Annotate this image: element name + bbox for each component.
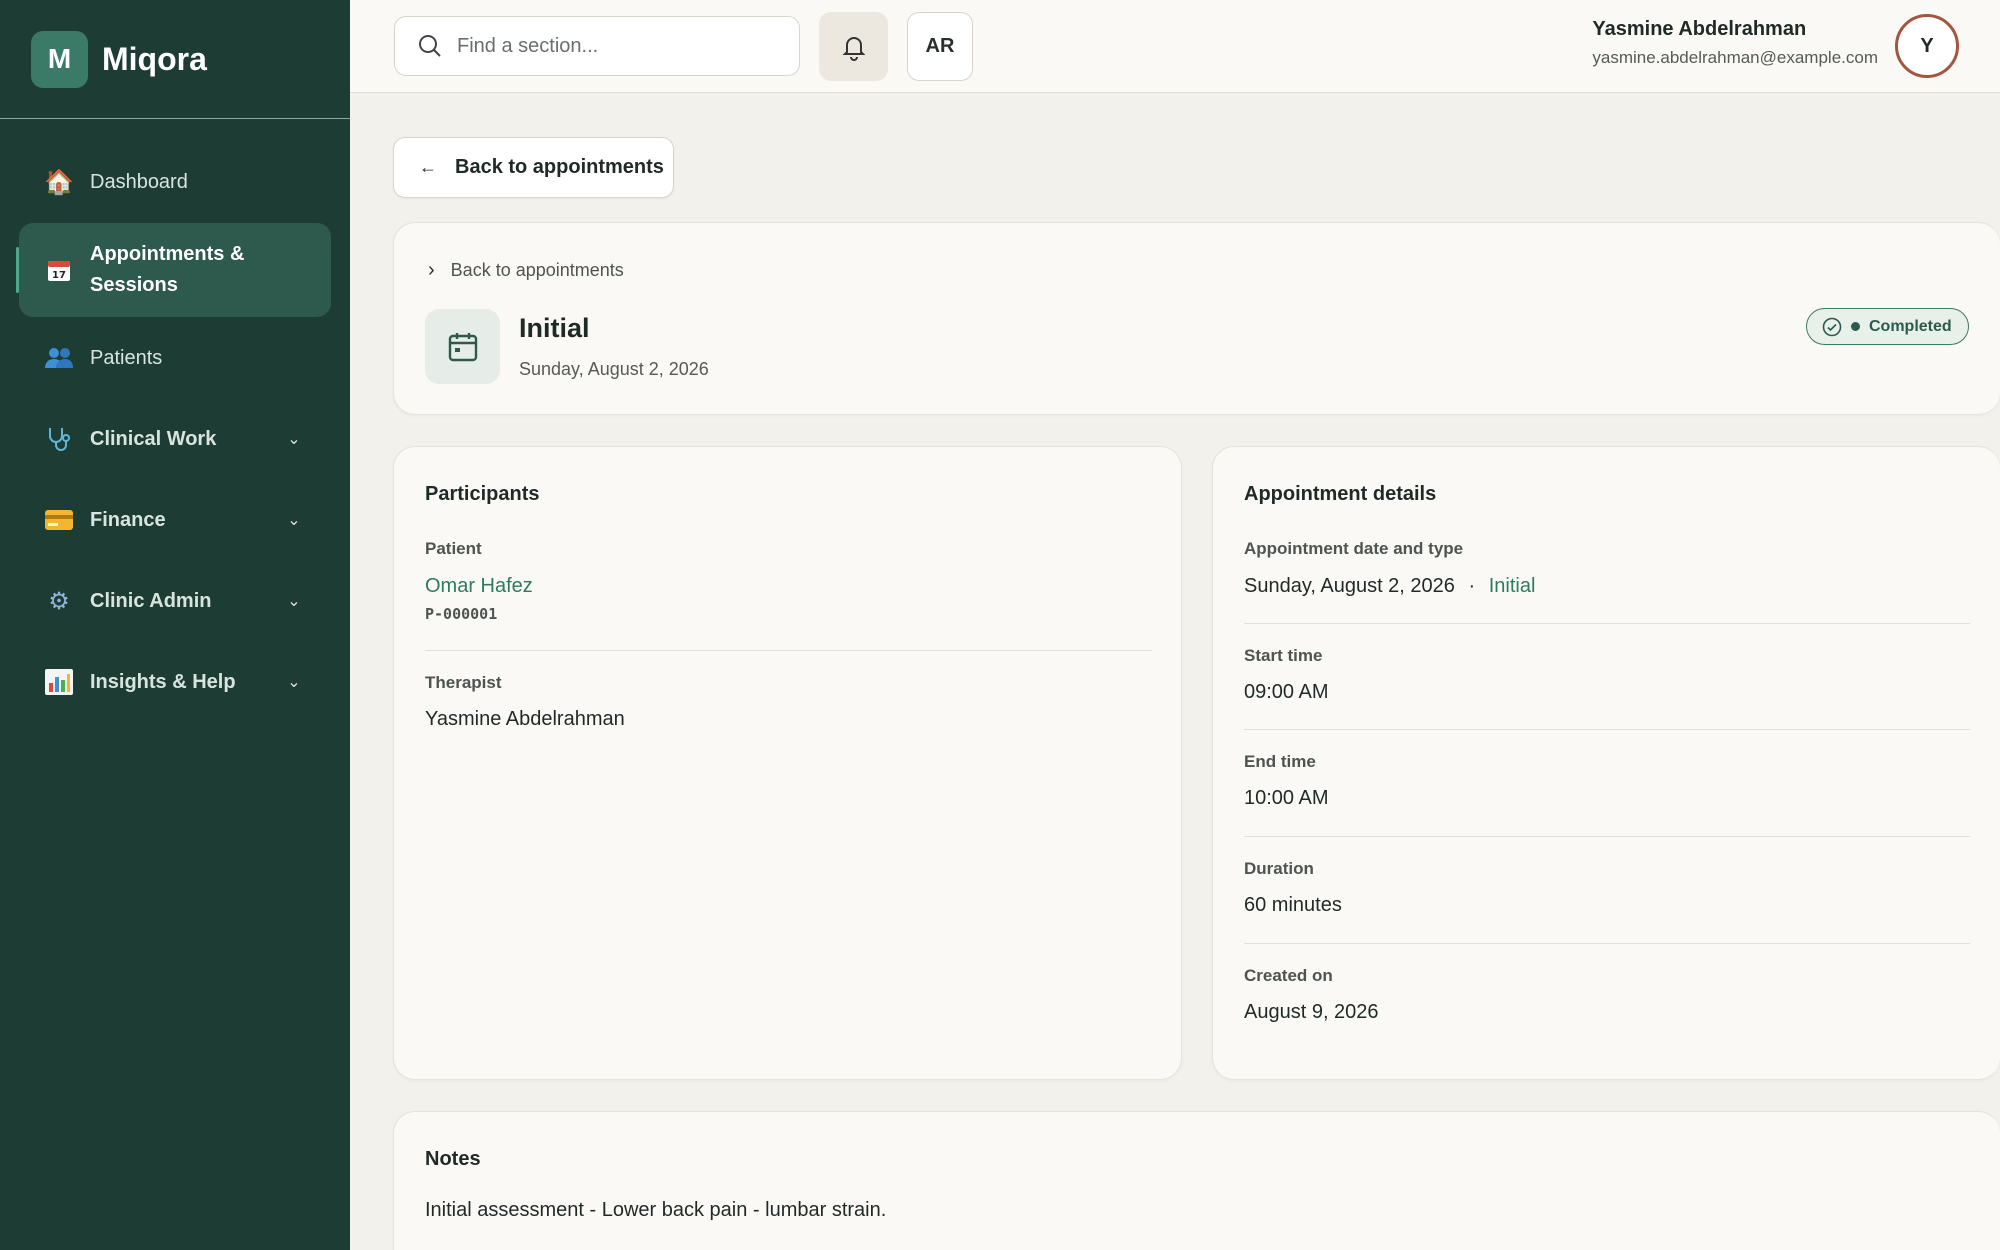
divider [1244, 836, 1970, 837]
sidebar-item-clinical-work[interactable]: Clinical Work ⌄ [19, 399, 331, 479]
participants-title: Participants [425, 483, 540, 505]
chevron-down-icon: ⌄ [287, 512, 301, 529]
sidebar-item-finance[interactable]: Finance ⌄ [19, 480, 331, 560]
appointment-header-card: › Back to appointments Initial Sunday, A… [393, 222, 2000, 415]
people-icon [44, 343, 74, 373]
sidebar-item-insights[interactable]: Insights & Help ⌄ [19, 642, 331, 722]
back-button-label: Back to appointments [455, 156, 664, 178]
sidebar: M Miqora 🏠 Dashboard 17 Appointments & S… [0, 0, 350, 1250]
divider [425, 650, 1152, 651]
sidebar-item-label: Finance [90, 508, 166, 531]
sidebar-item-appointments[interactable]: 17 Appointments & Sessions [16, 223, 331, 317]
sidebar-item-clinic-admin[interactable]: ⚙ Clinic Admin ⌄ [19, 561, 331, 641]
credit-card-icon [44, 505, 74, 535]
status-dot [1851, 322, 1860, 331]
date-type-label: Appointment date and type [1244, 539, 1464, 558]
user-name: Yasmine Abdelrahman [1592, 18, 1807, 40]
brand[interactable]: M Miqora [0, 0, 350, 119]
sidebar-item-patients[interactable]: Patients [19, 318, 331, 398]
notes-text: Initial assessment - Lower back pain - l… [425, 1199, 887, 1221]
back-to-appointments-button[interactable]: ← Back to appointments [393, 137, 674, 198]
sidebar-nav: 🏠 Dashboard 17 Appointments & Sessions P… [0, 119, 350, 722]
topbar: AR Yasmine Abdelrahman yasmine.abdelrahm… [350, 0, 2000, 93]
arrow-left-icon: ← [419, 157, 437, 177]
sidebar-item-dashboard[interactable]: 🏠 Dashboard [19, 142, 331, 222]
date-value: Sunday, August 2, 2026 [1244, 575, 1455, 597]
bell-icon [842, 36, 865, 61]
search-input[interactable] [457, 34, 777, 58]
divider [1244, 943, 1970, 944]
notifications-button[interactable] [819, 12, 888, 81]
details-title: Appointment details [1244, 483, 1437, 505]
brand-logo: M [31, 30, 88, 88]
notes-title: Notes [425, 1148, 481, 1170]
status-label: Completed [1869, 317, 1952, 335]
status-badge: Completed [1806, 308, 1969, 345]
patient-id: P-000001 [425, 605, 498, 623]
calendar-icon: 17 [44, 255, 74, 285]
end-time-value: 10:00 AM [1244, 787, 1329, 809]
appointment-calendar-icon [425, 309, 500, 384]
chevron-right-icon: › [428, 259, 435, 281]
sidebar-item-label: Patients [90, 346, 163, 369]
chevron-down-icon: ⌄ [287, 674, 301, 691]
brand-name: Miqora [102, 40, 207, 77]
gear-icon: ⚙ [48, 587, 70, 615]
sidebar-item-label: Appointments & Sessions [90, 243, 245, 296]
end-time-label: End time [1244, 752, 1316, 771]
created-on-label: Created on [1244, 966, 1333, 985]
sidebar-item-label: Clinical Work [90, 427, 217, 450]
breadcrumb[interactable]: › Back to appointments [428, 259, 624, 282]
participants-card: Participants Patient Omar Hafez P-000001… [393, 446, 1182, 1080]
created-on-value: August 9, 2026 [1244, 1001, 1379, 1023]
language-toggle-button[interactable]: AR [907, 12, 973, 81]
search-box[interactable] [394, 16, 800, 76]
start-time-label: Start time [1244, 646, 1323, 665]
divider [1244, 729, 1970, 730]
svg-text:17: 17 [52, 270, 66, 281]
chevron-down-icon: ⌄ [287, 431, 301, 448]
date-type-value: Sunday, August 2, 2026 · Initial [1244, 575, 1535, 598]
notes-card: Notes Initial assessment - Lower back pa… [393, 1111, 2000, 1250]
therapist-name: Yasmine Abdelrahman [425, 708, 625, 730]
avatar[interactable]: Y [1895, 14, 1959, 78]
duration-value: 60 minutes [1244, 894, 1342, 916]
breadcrumb-label: Back to appointments [450, 260, 624, 280]
type-value: Initial [1488, 575, 1536, 597]
duration-label: Duration [1244, 859, 1314, 878]
check-circle-icon [1822, 317, 1842, 336]
divider [1244, 623, 1970, 624]
user-email: yasmine.abdelrahman@example.com [1592, 48, 1878, 67]
page-title: Initial [519, 313, 590, 343]
patient-label: Patient [425, 539, 482, 558]
patient-name-link[interactable]: Omar Hafez [425, 575, 533, 598]
sidebar-item-label: Clinic Admin [90, 589, 212, 612]
search-icon [419, 35, 441, 57]
user-info: Yasmine Abdelrahman yasmine.abdelrahman@… [1592, 18, 1878, 68]
separator: · [1468, 575, 1476, 597]
start-time-value: 09:00 AM [1244, 681, 1329, 703]
appointment-date: Sunday, August 2, 2026 [519, 359, 709, 379]
therapist-label: Therapist [425, 673, 502, 692]
sidebar-item-label: Insights & Help [90, 670, 236, 693]
stethoscope-icon [44, 424, 74, 454]
bar-chart-icon [44, 667, 74, 697]
chevron-down-icon: ⌄ [287, 593, 301, 610]
appointment-details-card: Appointment details Appointment date and… [1212, 446, 2000, 1080]
house-icon: 🏠 [44, 168, 74, 196]
sidebar-item-label: Dashboard [90, 170, 188, 193]
